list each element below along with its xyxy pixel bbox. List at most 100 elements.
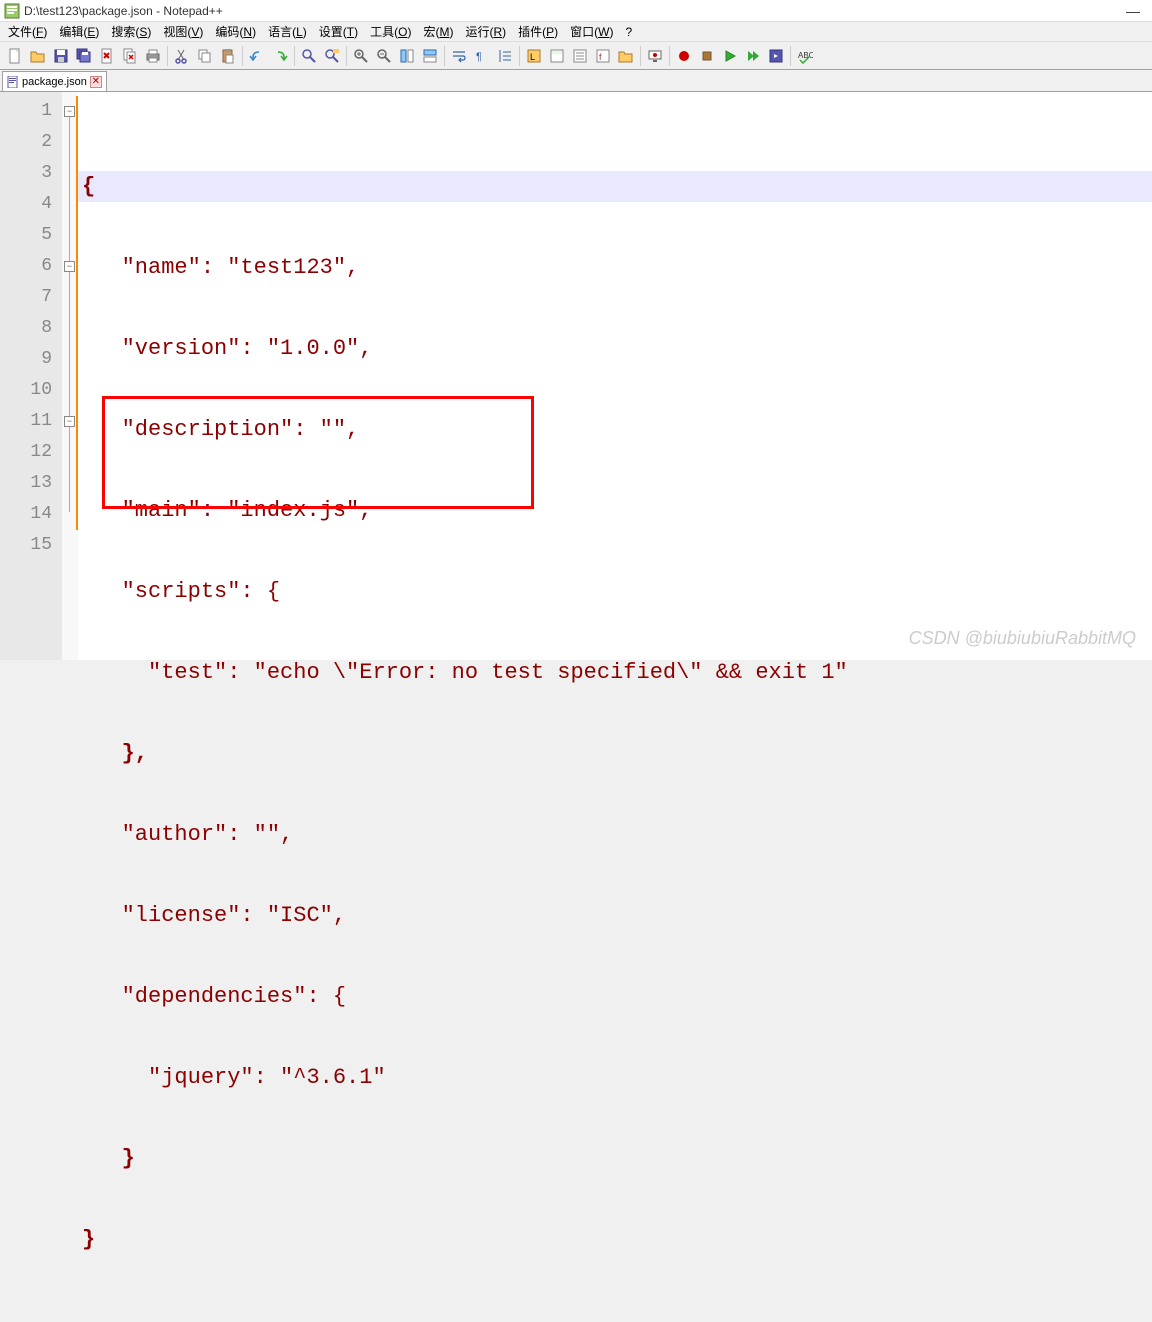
save-button[interactable]: [50, 45, 72, 67]
menu-item[interactable]: 编码(N): [209, 21, 262, 42]
cut-button[interactable]: [171, 45, 193, 67]
toolbar-separator: [167, 46, 168, 66]
menu-item[interactable]: 窗口(W): [564, 21, 619, 42]
toolbar-separator: [294, 46, 295, 66]
menu-item[interactable]: 运行(R): [459, 21, 512, 42]
line-number: 2: [0, 127, 62, 158]
save-macro-button[interactable]: [765, 45, 787, 67]
toolbar-separator: [519, 46, 520, 66]
monitor-button[interactable]: [644, 45, 666, 67]
word-wrap-button[interactable]: [448, 45, 470, 67]
line-number: 14: [0, 499, 62, 530]
replace-button[interactable]: [321, 45, 343, 67]
fold-toggle-icon[interactable]: −: [64, 106, 75, 117]
menu-item[interactable]: 语言(L): [262, 21, 313, 42]
svg-text:ABC: ABC: [798, 51, 813, 60]
sync-h-button[interactable]: [419, 45, 441, 67]
udl-button[interactable]: L: [523, 45, 545, 67]
zoom-in-button[interactable]: [350, 45, 372, 67]
menu-item[interactable]: 编辑(E): [53, 21, 105, 42]
minimize-button[interactable]: —: [1118, 3, 1148, 19]
svg-text:¶: ¶: [476, 51, 482, 63]
redo-button[interactable]: [269, 45, 291, 67]
code-line[interactable]: "main": "index.js",: [78, 495, 1152, 526]
code-line[interactable]: "dependencies": {: [78, 981, 1152, 1012]
code-line[interactable]: "name": "test123",: [78, 252, 1152, 283]
code-line[interactable]: "license": "ISC",: [78, 900, 1152, 931]
code-content[interactable]: { "name": "test123", "version": "1.0.0",…: [78, 92, 1152, 660]
func-list-button[interactable]: f: [592, 45, 614, 67]
play-multi-button[interactable]: [742, 45, 764, 67]
toolbar-separator: [444, 46, 445, 66]
toolbar-separator: [242, 46, 243, 66]
line-number: 9: [0, 344, 62, 375]
tab-package-json[interactable]: package.json ✕: [2, 71, 107, 91]
code-line[interactable]: "scripts": {: [78, 576, 1152, 607]
menu-item[interactable]: 搜索(S): [105, 21, 157, 42]
editor-area[interactable]: 1 2 3 4 5 6 7 8 9 10 11 12 13 14 15 − − …: [0, 92, 1152, 660]
title-bar: D:\test123\package.json - Notepad++ —: [0, 0, 1152, 22]
play-button[interactable]: [719, 45, 741, 67]
code-line[interactable]: "jquery": "^3.6.1": [78, 1062, 1152, 1093]
fold-guide: [69, 117, 70, 512]
menu-item[interactable]: 插件(P): [512, 21, 564, 42]
line-number-gutter: 1 2 3 4 5 6 7 8 9 10 11 12 13 14 15: [0, 92, 62, 660]
zoom-out-button[interactable]: [373, 45, 395, 67]
line-number: 10: [0, 375, 62, 406]
menu-item[interactable]: ?: [619, 23, 638, 41]
tab-label: package.json: [22, 76, 87, 88]
folder-workspace-button[interactable]: [615, 45, 637, 67]
toolbar-separator: [640, 46, 641, 66]
line-number: 3: [0, 158, 62, 189]
line-number: 1: [0, 96, 62, 127]
code-line[interactable]: "version": "1.0.0",: [78, 333, 1152, 364]
doc-list-button[interactable]: [569, 45, 591, 67]
svg-text:L: L: [530, 52, 535, 62]
line-number: 4: [0, 189, 62, 220]
toolbar-separator: [669, 46, 670, 66]
code-line[interactable]: "author": "",: [78, 819, 1152, 850]
doc-map-button[interactable]: [546, 45, 568, 67]
code-line[interactable]: "description": "",: [78, 414, 1152, 445]
code-line[interactable]: }: [78, 1224, 1152, 1255]
fold-toggle-icon[interactable]: −: [64, 261, 75, 272]
menu-item[interactable]: 设置(T): [313, 21, 364, 42]
line-number: 15: [0, 530, 62, 561]
open-file-button[interactable]: [27, 45, 49, 67]
save-all-button[interactable]: [73, 45, 95, 67]
file-icon: [7, 76, 19, 88]
line-number: 8: [0, 313, 62, 344]
annotation-highlight-box: [102, 396, 534, 509]
close-all-button[interactable]: [119, 45, 141, 67]
print-button[interactable]: [142, 45, 164, 67]
menu-item[interactable]: 宏(M): [417, 21, 459, 42]
tab-bar: package.json ✕: [0, 70, 1152, 92]
close-button[interactable]: [96, 45, 118, 67]
toolbar-separator: [790, 46, 791, 66]
spell-check-button[interactable]: ABC: [794, 45, 816, 67]
all-chars-button[interactable]: ¶: [471, 45, 493, 67]
new-file-button[interactable]: [4, 45, 26, 67]
indent-guide-button[interactable]: [494, 45, 516, 67]
code-line[interactable]: }: [78, 1143, 1152, 1174]
find-button[interactable]: [298, 45, 320, 67]
menu-item[interactable]: 视图(V): [157, 21, 209, 42]
record-button[interactable]: [673, 45, 695, 67]
toolbar-separator: [346, 46, 347, 66]
code-line[interactable]: [78, 1305, 1152, 1322]
menu-item[interactable]: 文件(F): [2, 21, 53, 42]
tab-close-icon[interactable]: ✕: [90, 76, 102, 88]
menu-bar: 文件(F)编辑(E)搜索(S)视图(V)编码(N)语言(L)设置(T)工具(O)…: [0, 22, 1152, 42]
sync-v-button[interactable]: [396, 45, 418, 67]
stop-record-button[interactable]: [696, 45, 718, 67]
toolbar: ¶ L f ABC: [0, 42, 1152, 70]
menu-item[interactable]: 工具(O): [364, 21, 417, 42]
app-icon: [4, 3, 20, 19]
copy-button[interactable]: [194, 45, 216, 67]
code-line[interactable]: "test": "echo \"Error: no test specified…: [78, 657, 1152, 688]
fold-toggle-icon[interactable]: −: [64, 416, 75, 427]
code-line[interactable]: {: [78, 171, 1152, 202]
undo-button[interactable]: [246, 45, 268, 67]
paste-button[interactable]: [217, 45, 239, 67]
code-line[interactable]: },: [78, 738, 1152, 769]
